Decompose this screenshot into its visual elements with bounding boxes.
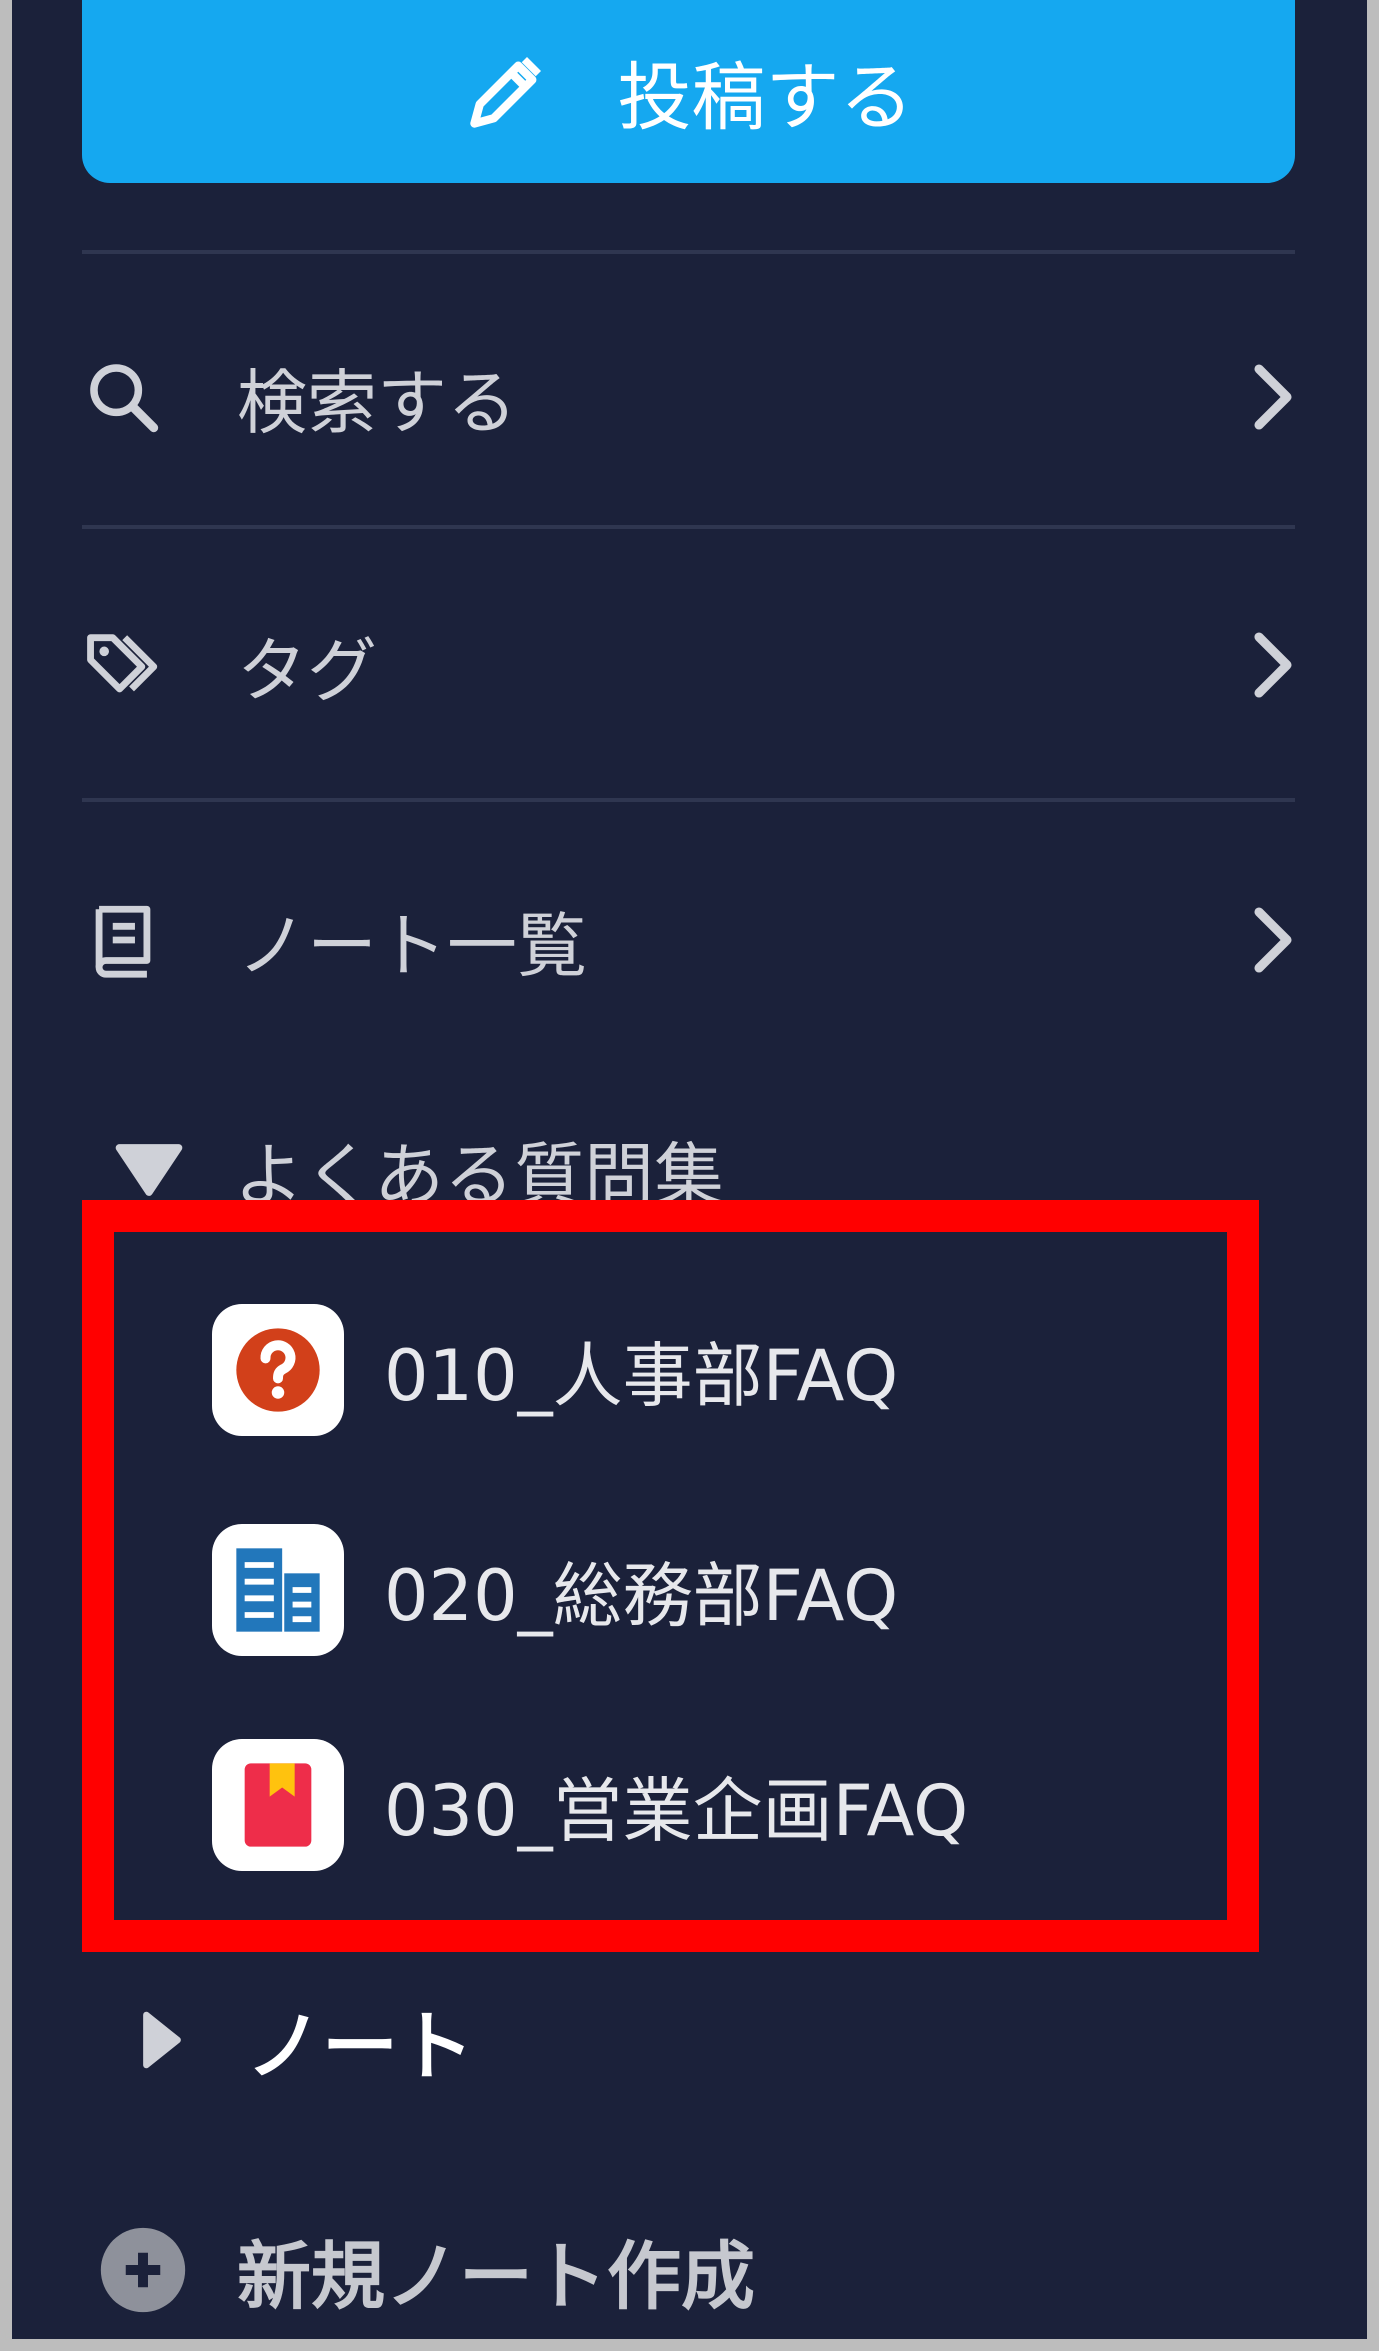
post-button-label: 投稿する [617, 55, 914, 141]
sidebar: 投稿する 検索する タグ ノート一覧 よくある質問集 010_人事部FAQ 02… [12, 0, 1367, 2339]
menu-item-tags[interactable]: タグ [82, 595, 1295, 735]
bookmark-book-icon [212, 1739, 344, 1871]
question-icon [212, 1304, 344, 1436]
menu-item-label: タグ [237, 629, 377, 712]
pencil-icon [469, 56, 541, 128]
notebook-icon [82, 894, 174, 986]
menu-item-search[interactable]: 検索する [82, 327, 1295, 467]
menu-item-notes-list[interactable]: ノート一覧 [82, 870, 1295, 1010]
faq-item-label: 010_人事部FAQ [384, 1334, 899, 1417]
divider [82, 250, 1295, 254]
caret-right-icon [143, 2011, 181, 2069]
divider [82, 525, 1295, 529]
chevron-right-icon [1235, 625, 1295, 705]
chevron-right-icon [1235, 357, 1295, 437]
search-icon [82, 351, 174, 443]
caret-down-icon [115, 1144, 183, 1196]
post-button[interactable]: 投稿する [82, 0, 1295, 183]
plus-circle-icon [100, 2227, 186, 2313]
new-note-label: 新規ノート作成 [237, 2233, 755, 2320]
new-note-button[interactable]: 新規ノート作成 [97, 2210, 755, 2330]
tag-icon [82, 619, 174, 711]
building-icon [212, 1524, 344, 1656]
chevron-right-icon [1235, 900, 1295, 980]
menu-item-label: ノート一覧 [237, 904, 587, 987]
faq-item-sales-planning[interactable]: 030_営業企画FAQ [212, 1730, 968, 1880]
faq-item-label: 030_営業企画FAQ [384, 1769, 969, 1852]
note-section-label: ノート [246, 2002, 474, 2091]
menu-item-label: 検索する [237, 361, 517, 444]
faq-item-hr[interactable]: 010_人事部FAQ [212, 1295, 898, 1445]
note-section-toggle[interactable]: ノート [140, 1980, 474, 2100]
faq-item-general-affairs[interactable]: 020_総務部FAQ [212, 1515, 898, 1665]
divider [82, 798, 1295, 802]
faq-item-label: 020_総務部FAQ [384, 1554, 899, 1637]
